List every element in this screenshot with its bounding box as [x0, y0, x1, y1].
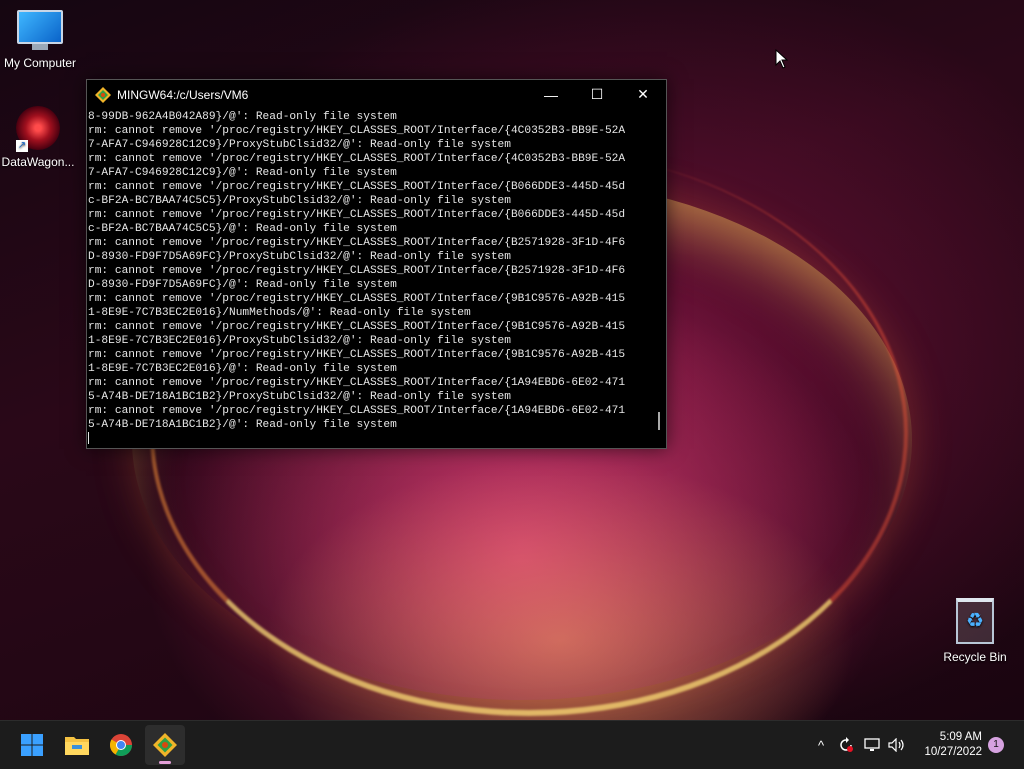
file-explorer-button[interactable] [57, 725, 97, 765]
datawagon-icon: ↗ [16, 106, 60, 152]
sync-error-icon [840, 737, 853, 752]
terminal-line: 1-8E9E-7C7B3EC2E016}/@': Read-only file … [88, 363, 397, 375]
git-bash-button[interactable] [145, 725, 185, 765]
maximize-button[interactable]: ☐ [574, 80, 620, 109]
chrome-button[interactable] [101, 725, 141, 765]
window-title: MINGW64:/c/Users/VM6 [117, 87, 249, 102]
terminal-line: rm: cannot remove '/proc/registry/HKEY_C… [88, 293, 626, 305]
terminal-line: rm: cannot remove '/proc/registry/HKEY_C… [88, 265, 626, 277]
minimize-icon: — [544, 86, 558, 103]
terminal-line: rm: cannot remove '/proc/registry/HKEY_C… [88, 349, 626, 361]
terminal-line: rm: cannot remove '/proc/registry/HKEY_C… [88, 237, 626, 249]
chrome-icon [110, 734, 132, 756]
terminal-line: rm: cannot remove '/proc/registry/HKEY_C… [88, 209, 626, 221]
desktop-icon-recycle-bin[interactable]: ♻ Recycle Bin [935, 598, 1015, 664]
terminal-line: D-8930-FD9F7D5A69FC}/ProxyStubClsid32/@'… [88, 251, 511, 263]
notification-badge[interactable]: 1 [988, 737, 1004, 753]
terminal-line: 7-AFA7-C946928C12C9}/ProxyStubClsid32/@'… [88, 139, 511, 151]
recycle-bin-icon: ♻ [956, 598, 994, 644]
text-cursor [88, 432, 89, 445]
terminal-line: 1-8E9E-7C7B3EC2E016}/NumMethods/@': Read… [88, 307, 471, 319]
clock[interactable]: 5:09 AM 10/27/2022 [924, 730, 982, 760]
start-button[interactable] [12, 725, 52, 765]
terminal-window[interactable]: MINGW64:/c/Users/VM6 — ☐ ✕ 8-99DB-962A4B… [86, 79, 667, 449]
show-hidden-icons-button[interactable]: ^ [812, 721, 830, 769]
close-icon: ✕ [637, 86, 649, 102]
terminal-line: 5-A74B-DE718A1BC1B2}/@': Read-only file … [88, 419, 397, 431]
terminal-line: 8-99DB-962A4B042A89}/@': Read-only file … [88, 111, 397, 123]
volume-button[interactable] [887, 721, 907, 769]
terminal-line: rm: cannot remove '/proc/registry/HKEY_C… [88, 125, 626, 137]
network-button[interactable] [862, 721, 882, 769]
terminal-line: rm: cannot remove '/proc/registry/HKEY_C… [88, 321, 626, 333]
terminal-line: rm: cannot remove '/proc/registry/HKEY_C… [88, 405, 626, 417]
terminal-line: rm: cannot remove '/proc/registry/HKEY_C… [88, 377, 626, 389]
git-bash-icon [95, 86, 111, 103]
desktop-icon-datawagon[interactable]: ↗ DataWagon... [0, 106, 78, 169]
terminal-line: 5-A74B-DE718A1BC1B2}/ProxyStubClsid32/@'… [88, 391, 511, 403]
git-icon [153, 733, 177, 757]
clock-date: 10/27/2022 [924, 746, 982, 758]
active-app-indicator [159, 761, 171, 764]
mouse-pointer-icon [775, 48, 789, 74]
window-titlebar[interactable]: MINGW64:/c/Users/VM6 — ☐ ✕ [87, 80, 666, 109]
terminal-line: 7-AFA7-C946928C12C9}/@': Read-only file … [88, 167, 397, 179]
terminal-line: 1-8E9E-7C7B3EC2E016}/ProxyStubClsid32/@'… [88, 335, 511, 347]
clock-time: 5:09 AM [939, 731, 982, 743]
terminal-line: rm: cannot remove '/proc/registry/HKEY_C… [88, 181, 626, 193]
terminal-line: rm: cannot remove '/proc/registry/HKEY_C… [88, 153, 626, 165]
chevron-up-icon: ^ [817, 737, 825, 753]
close-button[interactable]: ✕ [620, 80, 666, 109]
windows-logo-icon [21, 734, 43, 756]
terminal-line: D-8930-FD9F7D5A69FC}/@': Read-only file … [88, 279, 397, 291]
desktop-icon-label: My Computer [3, 56, 77, 70]
desktop-icon-label: Recycle Bin [943, 650, 1007, 664]
terminal-line: c-BF2A-BC7BAA74C5C5}/@': Read-only file … [88, 223, 397, 235]
sync-status-button[interactable] [836, 721, 856, 769]
minimize-button[interactable]: — [528, 80, 574, 109]
terminal-scrollbar[interactable] [658, 412, 660, 430]
terminal-prompt-line[interactable] [88, 432, 656, 446]
maximize-icon: ☐ [590, 86, 604, 102]
desktop-icon-label: DataWagon... [1, 155, 75, 169]
computer-icon [17, 10, 63, 50]
terminal-output[interactable]: 8-99DB-962A4B042A89}/@': Read-only file … [87, 109, 656, 448]
volume-icon [888, 738, 904, 752]
terminal-line: c-BF2A-BC7BAA74C5C5}/ProxyStubClsid32/@'… [88, 195, 511, 207]
folder-icon [65, 737, 89, 755]
taskbar: ^ 5:09 AM 10/27/2022 1 [0, 720, 1024, 769]
network-icon [864, 738, 880, 751]
desktop-icon-my-computer[interactable]: My Computer [0, 10, 80, 70]
shortcut-arrow-icon: ↗ [16, 140, 28, 152]
